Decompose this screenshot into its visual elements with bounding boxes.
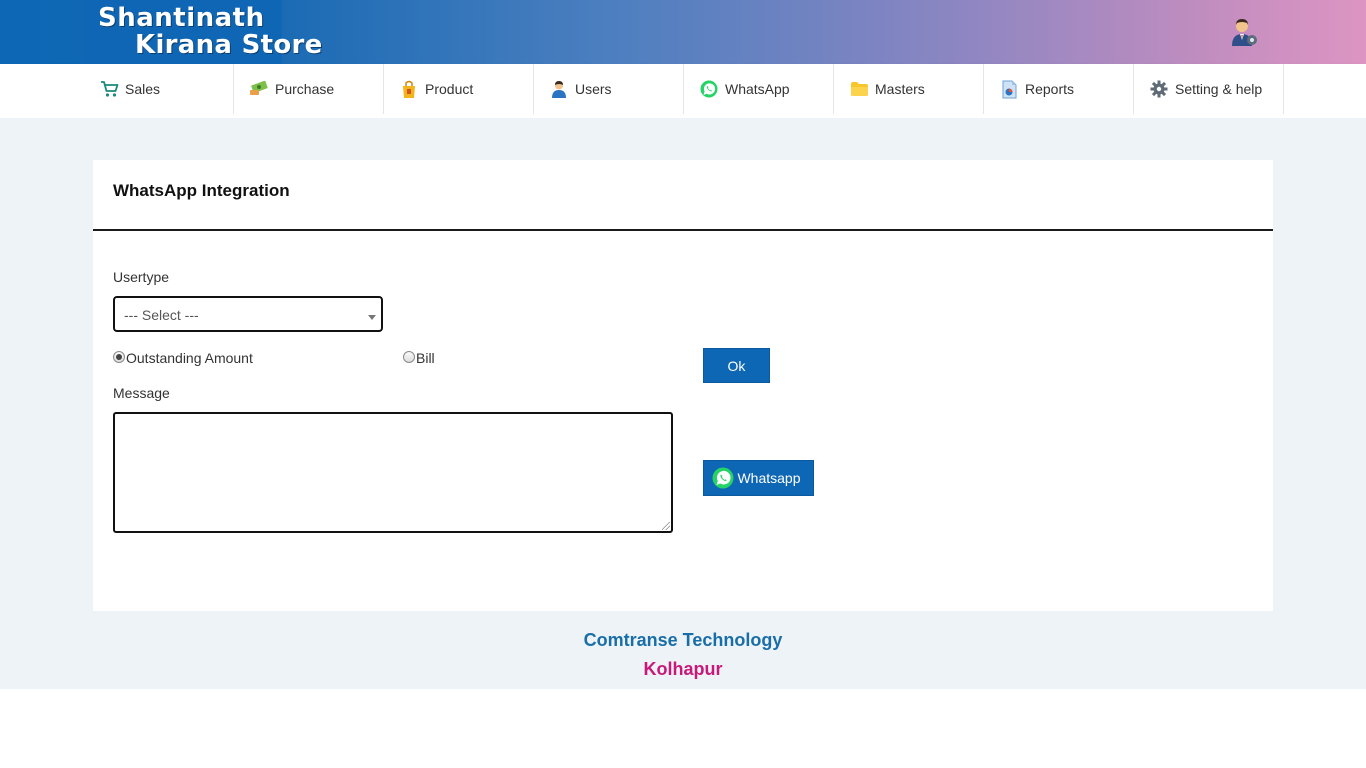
radio-outstanding-amount[interactable]: Outstanding Amount (113, 350, 253, 366)
nav-item-users[interactable]: Users (534, 64, 684, 114)
nav-item-sales[interactable]: Sales (84, 64, 234, 114)
whatsapp-icon (699, 79, 719, 99)
cart-icon (99, 79, 119, 99)
resize-grip[interactable] (662, 522, 670, 530)
brand-logo[interactable]: Shantinath Kirana Store (84, 0, 322, 64)
nav-label-users: Users (575, 81, 612, 97)
nav-item-whatsapp[interactable]: WhatsApp (684, 64, 834, 114)
nav-label-purchase: Purchase (275, 81, 335, 97)
top-header: Shantinath Kirana Store (0, 0, 1366, 64)
folder-icon (849, 79, 869, 99)
radio-label-bill: Bill (416, 350, 435, 366)
money-icon (249, 79, 269, 99)
nav-label-reports: Reports (1025, 81, 1075, 97)
usertype-selected-value: --- Select --- (124, 307, 199, 323)
nav-item-setting-help[interactable]: Setting & help (1134, 64, 1284, 114)
send-whatsapp-button[interactable]: Whatsapp (703, 460, 814, 496)
chevron-down-icon (368, 315, 376, 320)
product-bag-icon (399, 79, 419, 99)
user-icon (549, 79, 569, 99)
nav-label-sales: Sales (125, 81, 161, 97)
nav-item-masters[interactable]: Masters (834, 64, 984, 114)
footer-city: Kolhapur (643, 659, 723, 679)
footer-company-name: Comtranse Technology (583, 630, 783, 650)
user-avatar-icon[interactable] (1230, 17, 1258, 47)
radio-label-outstanding: Outstanding Amount (126, 350, 253, 366)
radio-button-bill[interactable] (403, 350, 415, 363)
nav-item-purchase[interactable]: Purchase (234, 64, 384, 114)
title-divider (93, 229, 1273, 231)
radio-button-outstanding[interactable] (113, 350, 125, 363)
main-nav: Sales Purchase Product Users WhatsApp Ma… (0, 64, 1366, 118)
page-title: WhatsApp Integration (113, 181, 290, 200)
nav-item-product[interactable]: Product (384, 64, 534, 114)
radio-bill[interactable]: Bill (403, 350, 435, 366)
brand-name-line1: Shantinath (98, 3, 265, 33)
gear-icon (1149, 79, 1169, 99)
usertype-select[interactable]: --- Select --- (113, 296, 383, 332)
message-textarea[interactable] (113, 412, 673, 533)
nav-label-whatsapp: WhatsApp (725, 81, 790, 97)
whatsapp-button-label: Whatsapp (737, 470, 801, 486)
ok-button[interactable]: Ok (703, 348, 770, 383)
report-file-icon (999, 79, 1019, 99)
nav-label-masters: Masters (875, 81, 925, 97)
whatsapp-icon (712, 467, 734, 489)
nav-label-setting-help: Setting & help (1175, 81, 1263, 97)
message-label: Message (113, 385, 170, 401)
usertype-label: Usertype (113, 269, 170, 285)
nav-label-product: Product (425, 81, 474, 97)
nav-item-reports[interactable]: Reports (984, 64, 1134, 114)
whatsapp-integration-card: WhatsApp Integration Usertype --- Select… (93, 160, 1273, 611)
brand-name-line2: Kirana Store (135, 30, 323, 60)
